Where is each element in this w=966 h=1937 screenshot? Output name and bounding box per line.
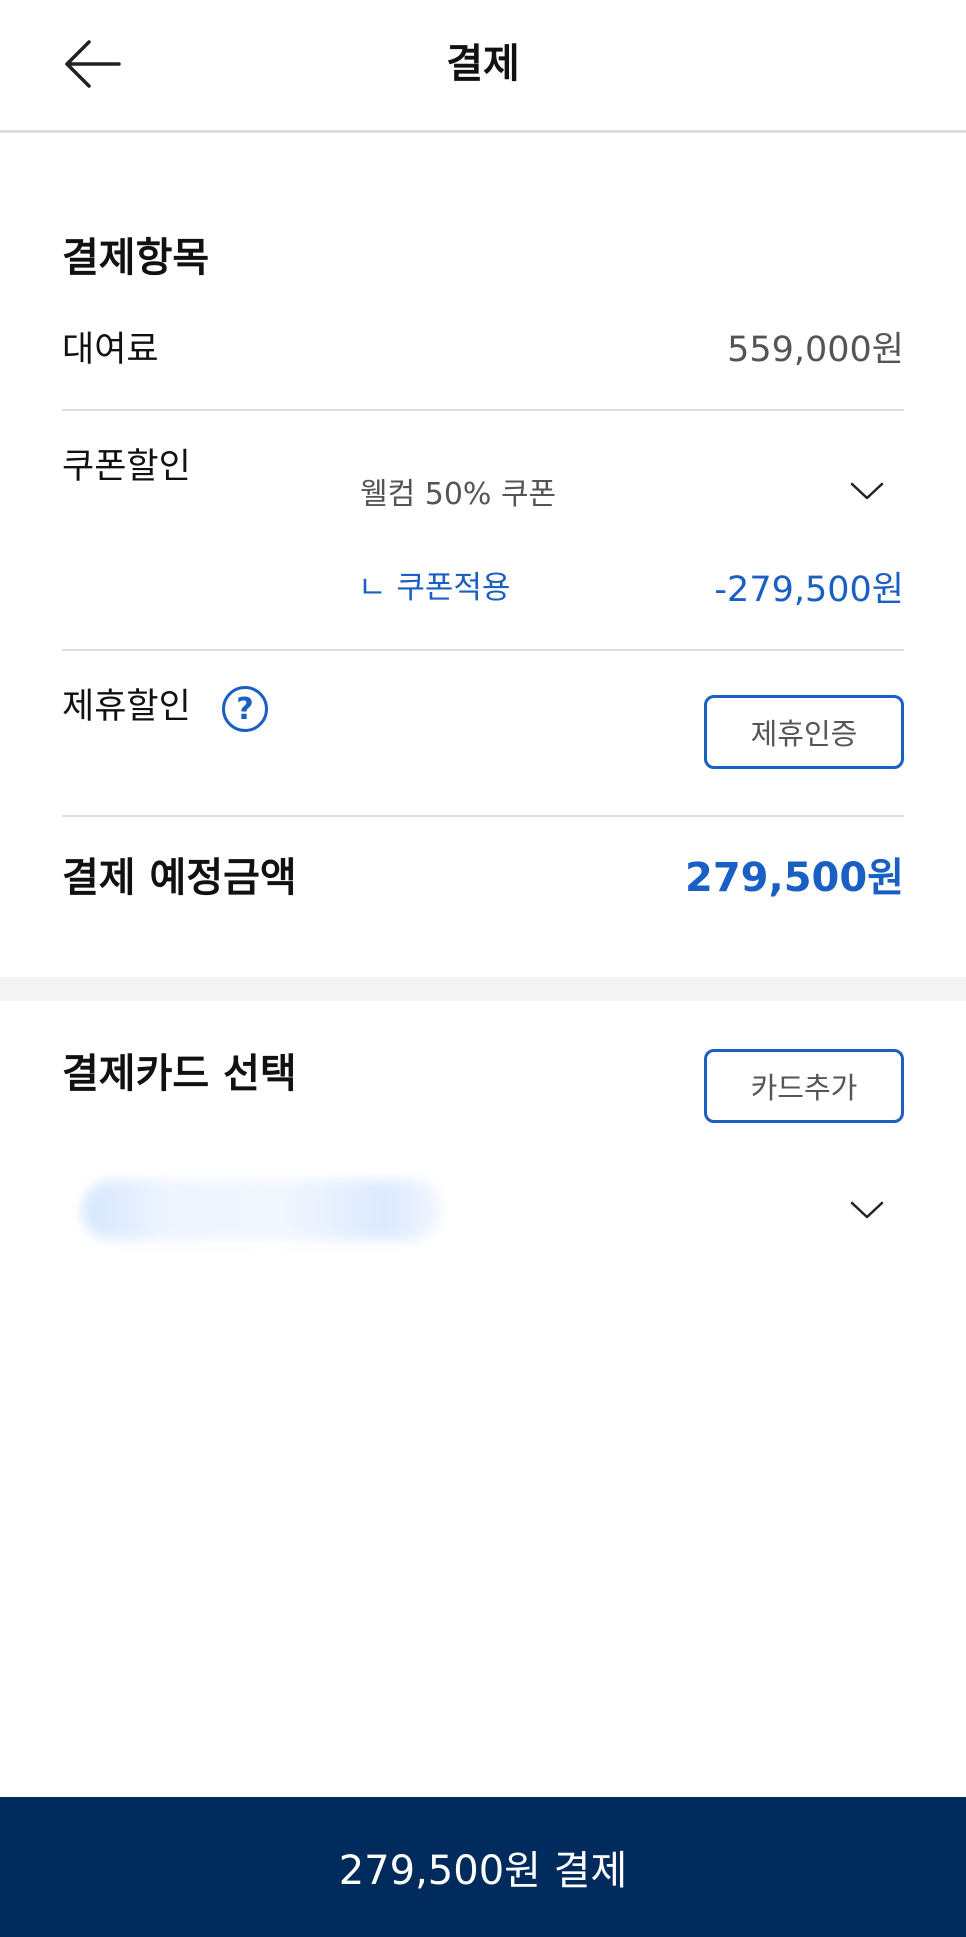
page-title: 결제	[446, 41, 520, 87]
partner-discount-label: 제휴할인	[62, 687, 191, 727]
coupon-select[interactable]: 웰컴 50% 쿠폰	[360, 466, 904, 516]
divider	[62, 649, 904, 651]
pay-button[interactable]: 279,500원 결제	[0, 1797, 966, 1937]
help-icon[interactable]: ?	[222, 686, 268, 732]
card-info-blurred	[82, 1180, 442, 1240]
chevron-down-icon	[850, 482, 884, 500]
divider	[62, 409, 904, 411]
chevron-down-icon	[850, 1201, 884, 1219]
payment-items-title: 결제항목	[62, 235, 210, 281]
partner-verify-button[interactable]: 제휴인증	[704, 695, 904, 769]
total-amount: 279,500원	[685, 855, 904, 901]
top-bar: 결제	[0, 0, 966, 133]
card-select[interactable]	[62, 1170, 904, 1250]
divider	[62, 815, 904, 817]
coupon-discount-label: 쿠폰할인	[62, 447, 191, 487]
rental-fee-label: 대여료	[62, 330, 159, 370]
add-card-button[interactable]: 카드추가	[704, 1049, 904, 1123]
rental-fee-value: 559,000원	[727, 330, 904, 370]
coupon-applied-label: ㄴ 쿠폰적용	[358, 570, 511, 606]
payment-page: 결제 결제항목 대여료 559,000원 쿠폰할인 웰컴 50% 쿠폰 ㄴ 쿠폰…	[0, 0, 966, 1937]
section-separator	[0, 977, 966, 1001]
coupon-applied-value: -279,500원	[714, 570, 904, 610]
card-section-title: 결제카드 선택	[62, 1051, 297, 1097]
total-label: 결제 예정금액	[62, 855, 297, 901]
coupon-selected-value: 웰컴 50% 쿠폰	[360, 477, 557, 512]
